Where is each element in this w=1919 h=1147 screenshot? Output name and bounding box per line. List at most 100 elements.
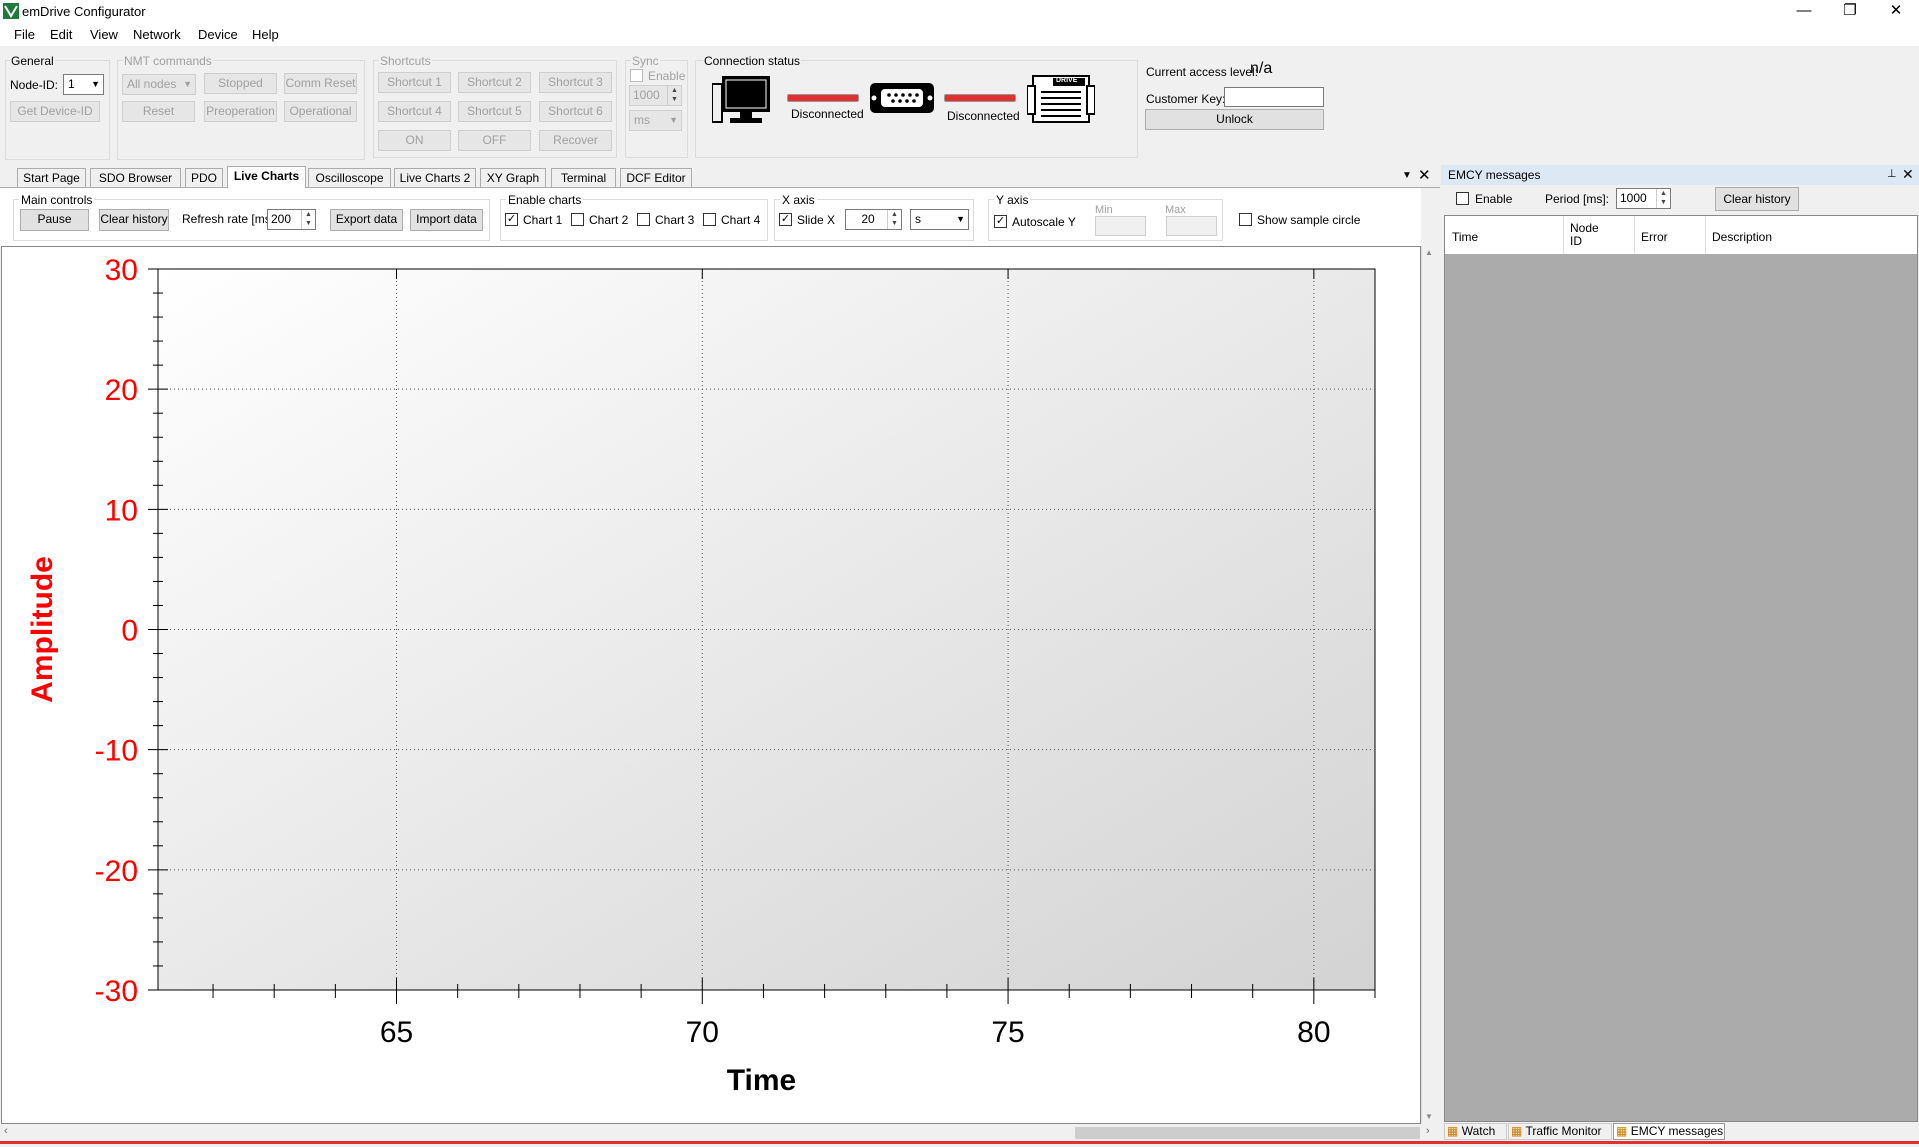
reset-button[interactable]: Reset	[122, 101, 195, 122]
x-axis-label: X axis	[780, 193, 817, 207]
access-group	[1139, 60, 1140, 158]
import-data-button[interactable]: Import data	[410, 209, 483, 231]
slide-x-checkbox[interactable]: ✓	[779, 213, 792, 226]
close-window-button[interactable]: ✕	[1873, 0, 1919, 24]
sync-enable-label: Enable	[648, 69, 686, 83]
operational-button[interactable]: Operational	[284, 101, 357, 122]
y-tick-label: -20	[95, 855, 138, 888]
tab-terminal[interactable]: Terminal	[551, 168, 616, 187]
off-button[interactable]: OFF	[458, 130, 531, 151]
column-divider	[1705, 216, 1706, 254]
restore-button[interactable]: ❐	[1827, 0, 1873, 24]
shortcut-3-button[interactable]: Shortcut 3	[539, 72, 612, 93]
menu-network[interactable]: Network	[133, 27, 181, 42]
sync-period-value: 1000	[633, 88, 660, 102]
chart-4-checkbox[interactable]	[703, 213, 716, 226]
menu-bar	[0, 24, 1919, 46]
main-controls-label: Main controls	[19, 193, 95, 207]
tab-pdo[interactable]: PDO	[185, 168, 223, 187]
sync-unit-select[interactable]: ms ▼	[629, 110, 682, 131]
refresh-rate-input[interactable]: 200 ▲ ▼	[267, 209, 316, 230]
emcy-period-input[interactable]: 1000 ▲ ▼	[1616, 188, 1671, 209]
stopped-button[interactable]: Stopped	[204, 73, 277, 94]
node-id-select[interactable]: 1 ▼	[63, 74, 104, 95]
x-tick-label: 75	[991, 1016, 1024, 1049]
shortcut-6-button[interactable]: Shortcut 6	[539, 101, 612, 122]
x-axis-unit-select[interactable]: s ▼	[910, 209, 969, 230]
chart-3-checkbox[interactable]	[637, 213, 650, 226]
comm-reset-button[interactable]: Comm Reset	[284, 73, 357, 94]
shortcut-2-button[interactable]: Shortcut 2	[458, 72, 531, 93]
y-tick-label: 0	[121, 615, 138, 648]
recover-button[interactable]: Recover	[539, 130, 612, 151]
close-tab-icon[interactable]: ✕	[1418, 166, 1431, 184]
vertical-scrollbar[interactable]	[1421, 246, 1438, 1124]
y-tick-label: -30	[95, 975, 138, 1008]
y-min-label: Min	[1095, 204, 1113, 216]
scroll-up-icon[interactable]: ▲	[1425, 248, 1433, 257]
emcy-col-error[interactable]: Error	[1641, 230, 1668, 244]
nmt-nodes-select[interactable]: All nodes ▼	[122, 74, 196, 95]
scroll-left-icon[interactable]: ‹	[4, 1125, 8, 1137]
emcy-col-time[interactable]: Time	[1452, 230, 1478, 244]
shortcut-1-button[interactable]: Shortcut 1	[378, 72, 451, 93]
tab-live-charts-2[interactable]: Live Charts 2	[394, 168, 476, 187]
customer-key-input[interactable]	[1224, 87, 1324, 107]
emcy-enable-label: Enable	[1475, 192, 1513, 206]
menu-view[interactable]: View	[90, 27, 118, 42]
tab-start-page[interactable]: Start Page	[17, 168, 86, 187]
dock-tab-emcy-messages[interactable]: ▦ EMCY messages	[1613, 1123, 1725, 1140]
scroll-down-icon[interactable]: ▼	[1425, 1112, 1433, 1121]
y-max-input[interactable]	[1166, 216, 1217, 236]
column-divider	[1634, 216, 1635, 254]
y-tick-label: 30	[105, 254, 138, 287]
show-sample-circle-label: Show sample circle	[1257, 213, 1361, 227]
pin-icon[interactable]: ⊥	[1887, 167, 1897, 180]
close-panel-icon[interactable]: ✕	[1902, 166, 1914, 183]
pause-button[interactable]: Pause	[20, 209, 89, 231]
tab-dcf-editor[interactable]: DCF Editor	[620, 168, 692, 187]
x-axis-window-input[interactable]: 20 ▲ ▼	[845, 209, 902, 230]
preoperation-button[interactable]: Preoperation	[204, 101, 277, 122]
export-data-button[interactable]: Export data	[330, 209, 403, 231]
sync-period-input[interactable]: 1000 ▲ ▼	[629, 85, 682, 106]
emcy-clear-history-button[interactable]: Clear history	[1715, 187, 1799, 211]
minimize-button[interactable]: —	[1781, 0, 1827, 24]
autoscale-y-checkbox[interactable]: ✓	[994, 215, 1007, 228]
tab-list-dropdown-icon[interactable]: ▼	[1402, 170, 1412, 181]
menu-file[interactable]: File	[14, 27, 35, 42]
dock-tab-traffic-monitor[interactable]: ▦ Traffic Monitor	[1508, 1123, 1612, 1140]
chart-2-checkbox[interactable]	[571, 213, 584, 226]
horizontal-scroll-thumb[interactable]	[1075, 1127, 1420, 1139]
menu-edit[interactable]: Edit	[50, 27, 72, 42]
app-icon	[3, 3, 19, 19]
nmt-label: NMT commands	[123, 54, 213, 68]
drive-label: DRIVE	[1056, 77, 1078, 84]
emcy-col-node-id[interactable]: Node ID	[1570, 222, 1610, 248]
shortcut-4-button[interactable]: Shortcut 4	[378, 101, 451, 122]
sync-unit-value: ms	[634, 113, 650, 127]
sync-enable-checkbox[interactable]	[630, 69, 643, 82]
menu-device[interactable]: Device	[198, 27, 238, 42]
tab-sdo-browser[interactable]: SDO Browser	[90, 168, 181, 187]
emcy-col-description[interactable]: Description	[1712, 230, 1772, 244]
tab-oscilloscope[interactable]: Oscilloscope	[308, 168, 391, 187]
chart-1-checkbox[interactable]: ✓	[505, 213, 518, 226]
spinner-icon: ▲ ▼	[887, 210, 901, 229]
on-button[interactable]: ON	[378, 130, 451, 151]
clear-history-button[interactable]: Clear history	[99, 209, 169, 231]
spinner-icon: ▲ ▼	[1656, 189, 1670, 208]
show-sample-circle-checkbox[interactable]	[1239, 213, 1252, 226]
emcy-enable-checkbox[interactable]	[1456, 192, 1469, 205]
scroll-right-icon[interactable]: ›	[1426, 1125, 1430, 1137]
get-device-id-button[interactable]: Get Device-ID	[10, 101, 100, 122]
emcy-table-header	[1445, 216, 1917, 254]
tab-xy-graph[interactable]: XY Graph	[480, 168, 546, 187]
tab-live-charts[interactable]: Live Charts	[227, 166, 306, 188]
y-min-input[interactable]	[1095, 216, 1146, 236]
dock-tab-watch[interactable]: ▦ Watch	[1444, 1123, 1507, 1140]
serial-port-icon	[869, 82, 935, 117]
unlock-button[interactable]: Unlock	[1145, 109, 1324, 130]
shortcut-5-button[interactable]: Shortcut 5	[458, 101, 531, 122]
menu-help[interactable]: Help	[252, 27, 279, 42]
